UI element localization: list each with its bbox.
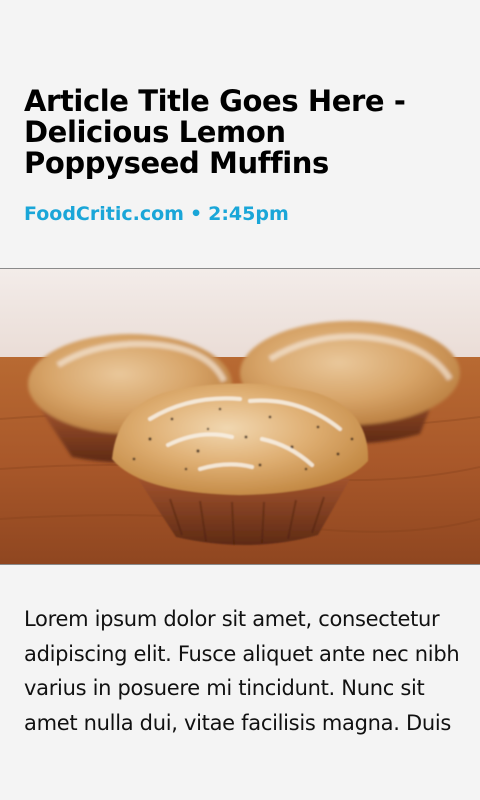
article-hero-image bbox=[0, 268, 480, 565]
article-meta: FoodCritic.com • 2:45pm bbox=[24, 201, 289, 227]
article-page: Article Title Goes Here - Delicious Lemo… bbox=[0, 0, 480, 800]
article-body: Lorem ipsum dolor sit amet, consectetur … bbox=[24, 607, 460, 735]
meta-separator: • bbox=[189, 203, 203, 225]
article-header: Article Title Goes Here - Delicious Lemo… bbox=[0, 0, 480, 268]
article-source[interactable]: FoodCritic.com bbox=[24, 203, 184, 225]
article-time: 2:45pm bbox=[208, 203, 289, 225]
muffins-photo bbox=[0, 269, 480, 564]
article-title: Article Title Goes Here - Delicious Lemo… bbox=[24, 84, 406, 180]
